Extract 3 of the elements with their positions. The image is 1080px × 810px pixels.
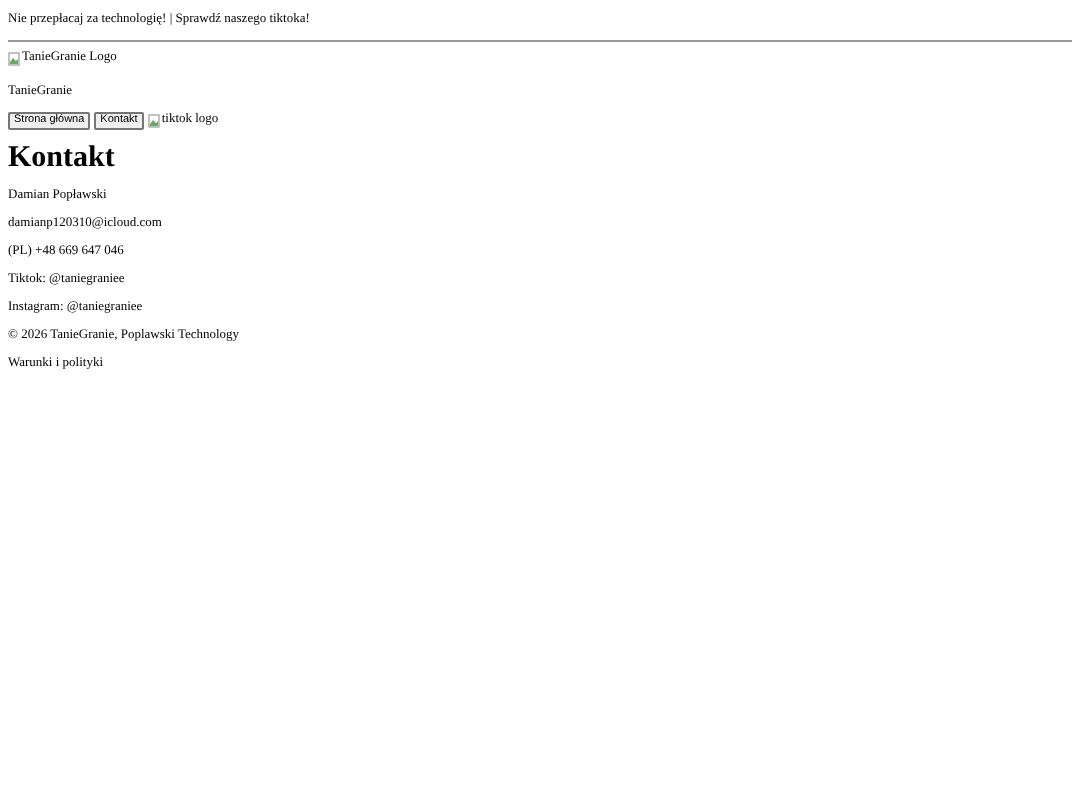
broken-image-icon xyxy=(147,113,160,127)
page-heading: Kontakt xyxy=(8,139,115,175)
broken-image-icon xyxy=(8,51,20,65)
